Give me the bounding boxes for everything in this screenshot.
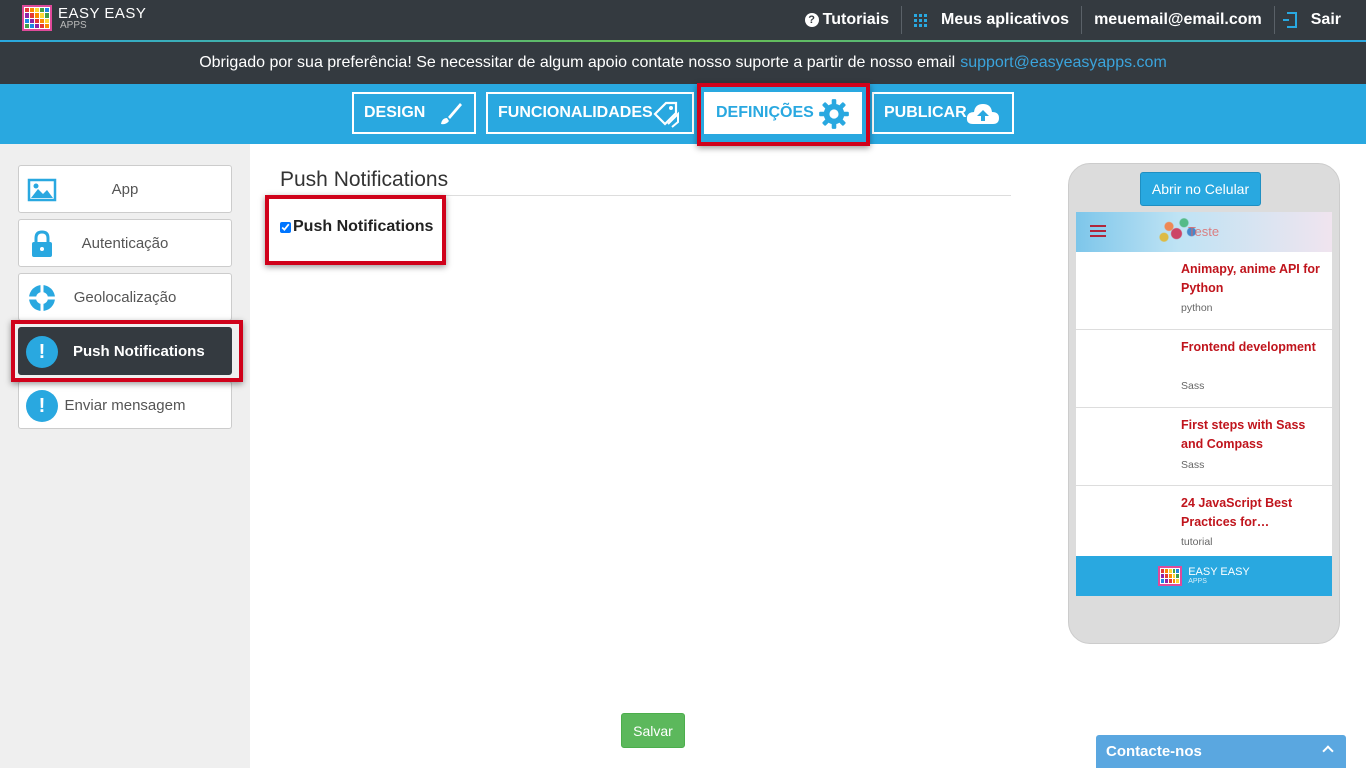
notice-text: Obrigado por sua preferência! Se necessi…	[199, 54, 956, 71]
my-apps-label: Meus aplicativos	[941, 11, 1070, 28]
tab-definicoes[interactable]: DEFINIÇÕES	[704, 92, 862, 134]
cloud-upload-icon	[966, 104, 999, 124]
brand-name: EASY EASY	[58, 4, 147, 22]
sidebar-item-push-notifications[interactable]: ! Push Notifications	[18, 327, 232, 375]
title-divider	[280, 195, 1011, 196]
page-title: Push Notifications	[280, 168, 449, 191]
tab-publicar-label: PUBLICAR	[884, 104, 967, 121]
my-apps-link[interactable]: Meus aplicativos	[902, 6, 1081, 34]
push-notifications-label: Push Notifications	[293, 218, 434, 235]
open-on-phone-button[interactable]: Abrir no Celular	[1140, 172, 1261, 206]
tab-design[interactable]: DESIGN	[352, 92, 476, 134]
contact-label: Contacte-nos	[1106, 743, 1202, 760]
tab-funcionalidades-label: FUNCIONALIDADES	[498, 104, 653, 121]
sidebar-item-enviar-mensagem[interactable]: ! Enviar mensagem	[18, 381, 232, 429]
alert-bubble-icon: !	[26, 336, 58, 368]
sidebar-item-autenticacao[interactable]: Autenticação	[18, 219, 232, 267]
footer-sub: APPS	[1188, 578, 1207, 585]
tutorials-link[interactable]: ? Tutoriais	[793, 6, 901, 34]
logout-label: Sair	[1310, 11, 1341, 28]
brush-icon	[441, 103, 462, 125]
account-email[interactable]: meuemail@email.com	[1082, 6, 1274, 34]
list-item[interactable]: First steps with Sass and Compass Sass	[1076, 408, 1332, 486]
tab-funcionalidades[interactable]: FUNCIONALIDADES	[486, 92, 694, 134]
app-header: Teste	[1076, 212, 1332, 252]
post-tag: python	[1181, 302, 1213, 314]
help-icon: ?	[804, 13, 819, 27]
tab-bar: DESIGN FUNCIONALIDADES DEFINIÇÕES PUBLIC…	[0, 84, 1366, 144]
post-tag: Sass	[1181, 380, 1205, 392]
tab-design-label: DESIGN	[364, 104, 426, 121]
sidebar: App Autenticação Geolocalização ! Push N…	[0, 144, 250, 768]
push-notifications-toggle[interactable]: Push Notifications	[280, 218, 433, 236]
post-title: Animapy, anime API for Python	[1181, 262, 1320, 295]
list-item[interactable]: Frontend development Sass	[1076, 330, 1332, 408]
logo-grid-icon	[22, 5, 52, 31]
crosshair-icon	[29, 285, 55, 311]
list-item[interactable]: 24 JavaScript Best Practices for… tutori…	[1076, 486, 1332, 564]
tags-icon	[653, 101, 679, 128]
alert-bubble-icon: !	[26, 390, 58, 422]
tutorials-label: Tutoriais	[822, 11, 890, 28]
top-nav: ? Tutoriais Meus aplicativos meuemail@em…	[793, 0, 1366, 40]
sidebar-item-app[interactable]: App	[18, 165, 232, 213]
save-button[interactable]: Salvar	[621, 713, 685, 748]
logo-grid-icon	[1158, 566, 1183, 586]
apps-grid-icon	[914, 13, 928, 27]
image-icon	[27, 178, 57, 202]
app-title: Teste	[1188, 224, 1220, 239]
list-item[interactable]: Animapy, anime API for Python python	[1076, 252, 1332, 330]
post-tag: tutorial	[1181, 536, 1213, 548]
footer-brand: EASY EASY	[1188, 566, 1250, 578]
phone-screen: Teste Animapy, anime API for Python pyth…	[1076, 212, 1332, 596]
email-label: meuemail@email.com	[1094, 11, 1262, 28]
gear-icon	[819, 99, 849, 129]
chevron-up-icon	[1322, 745, 1334, 757]
logout-link[interactable]: Sair	[1275, 6, 1366, 34]
post-title: First steps with Sass and Compass	[1181, 418, 1306, 451]
sidebar-item-geolocalizacao[interactable]: Geolocalização	[18, 273, 232, 321]
support-email-link[interactable]: support@easyeasyapps.com	[960, 54, 1167, 72]
app-footer: EASY EASY APPS	[1076, 556, 1332, 596]
brand-sub: APPS	[60, 19, 87, 31]
lock-icon	[32, 230, 52, 257]
menu-icon[interactable]	[1090, 225, 1106, 237]
top-bar: EASY EASY APPS ? Tutoriais Meus aplicati…	[0, 0, 1366, 40]
post-title: Frontend development	[1181, 340, 1316, 354]
notice-bar: Obrigado por sua preferência! Se necessi…	[0, 42, 1366, 84]
logout-icon	[1282, 12, 1297, 28]
tab-definicoes-label: DEFINIÇÕES	[716, 104, 814, 121]
tab-publicar[interactable]: PUBLICAR	[872, 92, 1014, 134]
brand-logo[interactable]: EASY EASY APPS	[22, 5, 146, 31]
post-title: 24 JavaScript Best Practices for…	[1181, 496, 1293, 529]
push-notifications-checkbox[interactable]	[280, 221, 291, 233]
contact-widget[interactable]: Contacte-nos	[1096, 735, 1346, 768]
post-tag: Sass	[1181, 459, 1205, 471]
